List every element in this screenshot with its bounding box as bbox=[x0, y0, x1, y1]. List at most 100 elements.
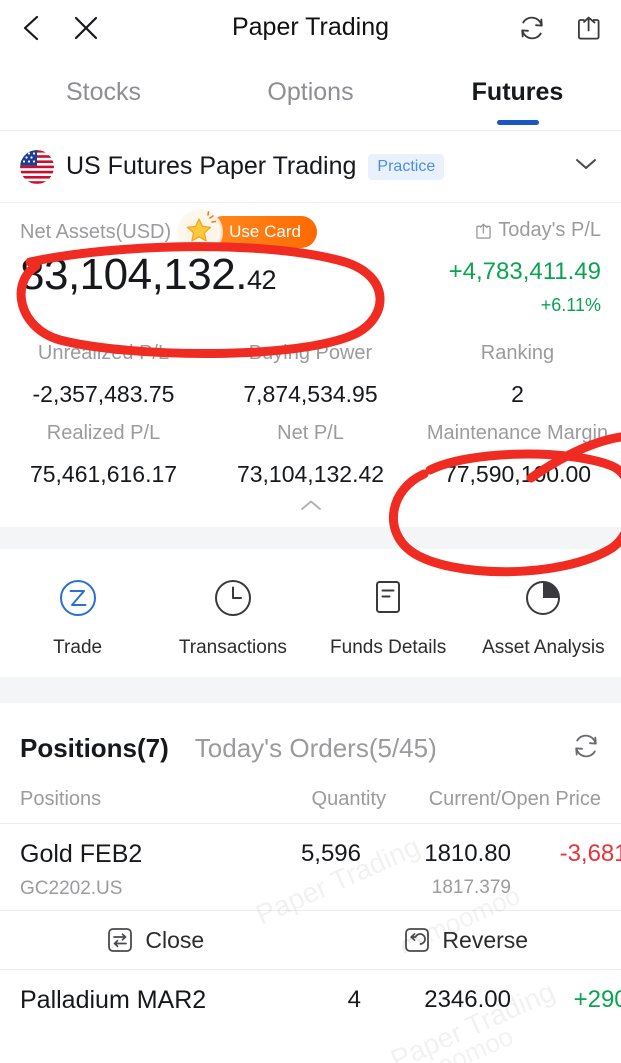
account-stats: Unrealized P/L -2,357,483.75 Buying Powe… bbox=[0, 322, 621, 527]
stat-label: Unrealized P/L bbox=[37, 342, 170, 364]
position-name: Gold FEB2 bbox=[20, 840, 143, 868]
account-selector[interactable]: US Futures Paper Trading Practice bbox=[0, 131, 621, 203]
net-assets-label: Net Assets(USD) bbox=[20, 220, 172, 243]
action-funds-details[interactable]: Funds Details bbox=[311, 573, 466, 659]
watermark-text: moomoo bbox=[413, 1020, 518, 1063]
stat-value: 2 bbox=[511, 381, 524, 407]
action-asset-analysis[interactable]: Asset Analysis bbox=[466, 573, 621, 659]
refresh-button[interactable] bbox=[517, 13, 547, 43]
stat-value: 77,590,100.00 bbox=[443, 461, 592, 487]
tab-todays-orders[interactable]: Today's Orders(5/45) bbox=[195, 733, 437, 764]
close-icon bbox=[74, 16, 98, 39]
chevron-left-icon bbox=[23, 15, 39, 40]
close-position-button[interactable]: Close bbox=[0, 911, 311, 969]
quick-actions: Trade Transactions Funds Details Asset A… bbox=[0, 549, 621, 677]
chevron-up-icon bbox=[300, 500, 321, 510]
section-divider bbox=[0, 527, 621, 549]
collapse-stats-button[interactable] bbox=[0, 492, 621, 527]
action-label: Transactions bbox=[178, 637, 287, 658]
market-tabs: Stocks Options Futures bbox=[0, 55, 621, 131]
tab-positions[interactable]: Positions(7) bbox=[20, 733, 169, 764]
account-expand-button[interactable] bbox=[571, 154, 601, 179]
position-pl: -3,681,60 bbox=[559, 840, 621, 867]
action-label: Funds Details bbox=[330, 637, 447, 658]
position-quantity: 4 bbox=[347, 986, 361, 1013]
pie-chart-icon bbox=[526, 581, 561, 615]
stats-row-1: Unrealized P/L -2,357,483.75 Buying Powe… bbox=[0, 332, 621, 412]
account-name: US Futures Paper Trading bbox=[66, 152, 357, 180]
todays-pl-percent: +6.11% bbox=[540, 295, 601, 315]
close-position-label: Close bbox=[145, 926, 205, 953]
reverse-position-label: Reverse bbox=[442, 926, 529, 953]
todays-pl-label: Today's P/L bbox=[498, 219, 601, 241]
reverse-icon bbox=[405, 928, 430, 952]
positions-column-headers: Positions Quantity Current/Open Price bbox=[0, 766, 621, 824]
tab-options[interactable]: Options bbox=[207, 78, 414, 107]
action-trade[interactable]: Trade bbox=[0, 573, 155, 659]
tab-stocks-label: Stocks bbox=[65, 78, 142, 106]
stat-label: Ranking bbox=[480, 342, 555, 364]
close-position-icon bbox=[108, 928, 133, 952]
position-row-actions: Close Reverse bbox=[0, 910, 621, 970]
refresh-icon bbox=[521, 16, 543, 39]
tab-active-underline bbox=[496, 120, 539, 125]
net-assets-value: 83,104,132.42 bbox=[20, 247, 411, 302]
us-flag-icon bbox=[20, 149, 54, 184]
position-current-price: 2346.00 bbox=[424, 986, 511, 1013]
stat-label: Realized P/L bbox=[46, 422, 161, 444]
column-positions: Positions bbox=[20, 788, 102, 810]
table-row[interactable]: Gold FEB2 GC2202.US 5,596 1810.80 1817.3… bbox=[0, 824, 621, 910]
share-icon bbox=[578, 16, 600, 39]
close-button[interactable] bbox=[72, 14, 100, 42]
section-divider-2 bbox=[0, 677, 621, 703]
action-label: Asset Analysis bbox=[482, 637, 605, 658]
stat-realized-pl: Realized P/L 75,461,616.17 bbox=[0, 412, 207, 492]
stat-ranking: Ranking 2 bbox=[414, 332, 621, 412]
positions-refresh-button[interactable] bbox=[571, 731, 601, 766]
column-current-open-price: Current/Open Price bbox=[428, 788, 601, 810]
tab-futures-label: Futures bbox=[471, 78, 564, 106]
position-code: GC2202.US bbox=[20, 878, 123, 899]
share-button[interactable] bbox=[573, 13, 603, 43]
trade-icon bbox=[59, 580, 96, 616]
stat-maintenance-margin: Maintenance Margin 77,590,100.00 bbox=[414, 412, 621, 492]
navbar: Paper Trading bbox=[0, 0, 621, 55]
practice-badge: Practice bbox=[368, 153, 445, 180]
star-icon bbox=[177, 209, 224, 255]
refresh-icon bbox=[575, 734, 597, 758]
tab-futures[interactable]: Futures bbox=[414, 78, 621, 125]
net-assets-value-cents: 42 bbox=[246, 265, 277, 295]
use-card-button[interactable]: Use Card bbox=[207, 216, 317, 248]
back-button[interactable] bbox=[18, 13, 44, 43]
positions-header: Positions(7) Today's Orders(5/45) bbox=[0, 703, 621, 766]
position-current-price: 1810.80 bbox=[424, 840, 511, 867]
net-assets-value-main: 83,104,132. bbox=[20, 250, 247, 299]
document-icon bbox=[376, 581, 401, 613]
use-card-promo[interactable]: Use Card bbox=[177, 209, 317, 255]
share-icon bbox=[476, 223, 491, 239]
todays-pl-label-row: Today's P/L bbox=[411, 219, 601, 242]
stat-label: Net P/L bbox=[277, 422, 344, 444]
table-row[interactable]: Palladium MAR2 4 2346.00 +290,32 bbox=[0, 970, 621, 1025]
clock-icon bbox=[214, 580, 251, 616]
position-pl: +290,32 bbox=[573, 986, 621, 1013]
stat-net-pl: Net P/L 73,104,132.42 bbox=[207, 412, 414, 492]
stat-value: 7,874,534.95 bbox=[243, 381, 378, 407]
stat-buying-power: Buying Power 7,874,534.95 bbox=[207, 332, 414, 412]
tab-stocks[interactable]: Stocks bbox=[0, 78, 207, 107]
paper-trading-screen: Paper Trading Stocks Options Futures US … bbox=[0, 0, 621, 1063]
watermark: moomoo bbox=[413, 1021, 518, 1063]
stat-value: 73,104,132.42 bbox=[236, 461, 385, 487]
net-assets-section: Net Assets(USD) Use Card 83,104,132.42 T… bbox=[0, 203, 621, 322]
action-transactions[interactable]: Transactions bbox=[155, 573, 310, 659]
column-quantity: Quantity bbox=[311, 788, 386, 810]
stat-label: Maintenance Margin bbox=[426, 422, 609, 444]
position-quantity: 5,596 bbox=[300, 840, 361, 867]
action-label: Trade bbox=[53, 637, 103, 658]
position-open-price: 1817.379 bbox=[431, 877, 511, 898]
position-name: Palladium MAR2 bbox=[20, 986, 207, 1014]
stat-value: 75,461,616.17 bbox=[29, 461, 178, 487]
tab-options-label: Options bbox=[267, 78, 354, 106]
stat-label: Buying Power bbox=[248, 342, 373, 364]
reverse-position-button[interactable]: Reverse bbox=[311, 911, 621, 969]
